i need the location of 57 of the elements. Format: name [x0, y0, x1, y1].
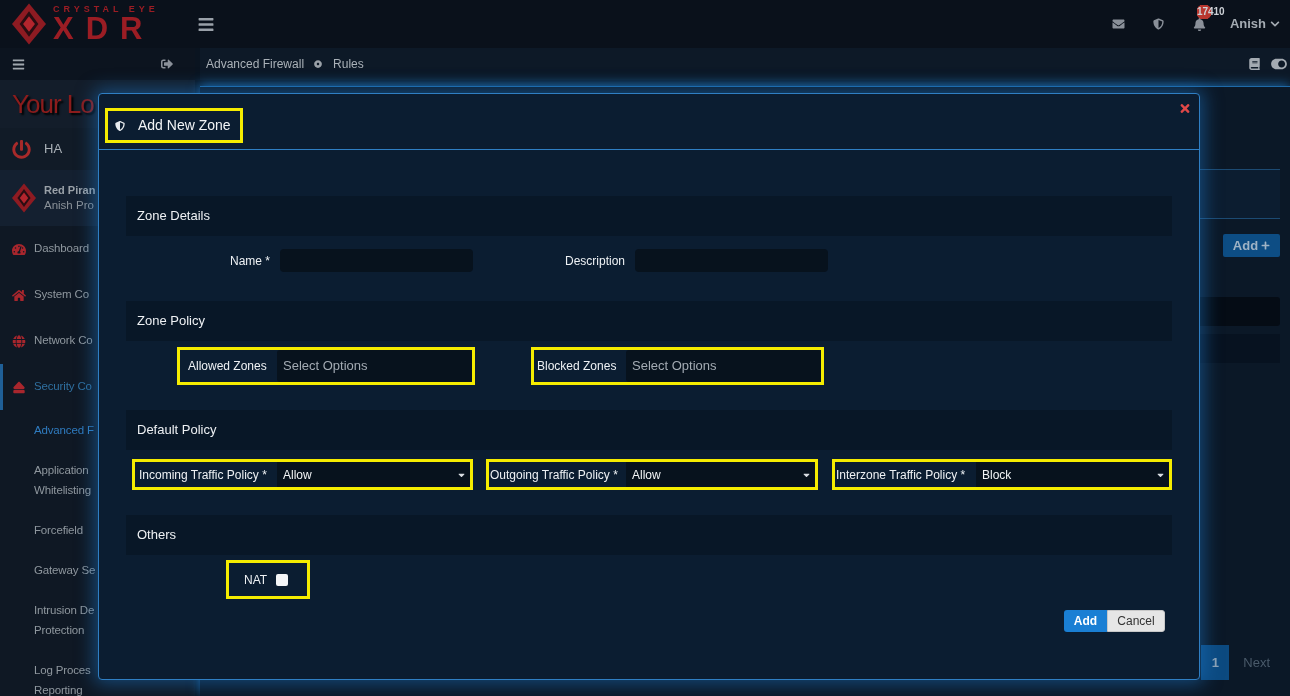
modal-title: Add New Zone [138, 116, 231, 135]
shield-icon [115, 119, 125, 132]
checkbox-label: NAT [244, 571, 268, 589]
user-menu[interactable]: Anish [1229, 14, 1280, 34]
sidebar-subitem[interactable]: Intrusion De Protection [34, 600, 95, 640]
toggle-icon[interactable] [1270, 57, 1288, 71]
chevron-down-icon [1270, 19, 1280, 29]
close-icon[interactable] [1179, 102, 1191, 115]
field-label: Name * [230, 252, 270, 270]
field-label: Incoming Traffic Policy * [139, 466, 267, 484]
section-title: Zone Details [137, 207, 210, 226]
sidebar-subitem[interactable]: Forcefield [34, 520, 83, 540]
add-button[interactable]: Add [1064, 610, 1107, 632]
field-label: Description [564, 252, 625, 270]
sidebar-subitem[interactable]: Application Whitelisting [34, 460, 91, 500]
logo-tagline: CRYSTAL EYE [53, 4, 159, 14]
sidebar-subitem[interactable]: Gateway Se [34, 560, 96, 580]
bell-icon[interactable] [1192, 17, 1206, 31]
multiselect-field[interactable]: Select Options [626, 350, 821, 382]
dropdown-select[interactable]: Allow [277, 462, 470, 487]
profile-name: Red Piran [44, 183, 96, 198]
breadcrumb-current: Rules [333, 56, 364, 73]
field-label: Outgoing Traffic Policy * [490, 466, 618, 484]
eject-icon [12, 380, 26, 394]
book-icon[interactable] [1249, 58, 1260, 70]
plus-icon [1261, 241, 1271, 250]
breadcrumb-link[interactable]: Advanced Firewall [206, 55, 305, 73]
logo-wordmark: XDR [53, 14, 156, 44]
section-title: Others [137, 526, 176, 545]
dropdown-select[interactable]: Allow [626, 462, 815, 487]
logo-text: Your Lo [12, 87, 94, 121]
logo-icon [12, 181, 36, 215]
menu-icon[interactable] [12, 57, 25, 71]
add-button[interactable]: Add [1223, 234, 1280, 257]
sidebar-item[interactable]: Dashboard [0, 226, 195, 272]
globe-icon [12, 334, 26, 348]
profile-subtitle: Anish Pro [44, 198, 95, 213]
sidebar-subitem[interactable]: Advanced F [34, 420, 94, 440]
logo-icon [12, 3, 46, 45]
dropdown-select[interactable]: Block [976, 462, 1169, 487]
power-icon[interactable] [12, 139, 31, 159]
shield-icon[interactable] [1152, 18, 1164, 30]
home-icon [12, 288, 26, 302]
field-label: Interzone Traffic Policy * [836, 466, 966, 484]
field-label: Blocked Zones [537, 358, 617, 375]
section-title: Zone Policy [137, 312, 205, 331]
sidebar-subitem[interactable]: Log Proces Reporting [34, 660, 91, 696]
menu-icon[interactable] [197, 15, 215, 33]
checkbox[interactable] [276, 573, 289, 586]
multiselect-field[interactable]: Select Options [277, 350, 472, 382]
mail-icon[interactable] [1111, 18, 1125, 30]
page-button[interactable]: 1 [1201, 645, 1230, 680]
section-title: Default Policy [137, 421, 217, 440]
gauge-icon [12, 242, 26, 256]
status-label: HA [44, 140, 63, 159]
sign-out-icon[interactable] [161, 58, 173, 70]
cancel-button[interactable]: Cancel [1107, 610, 1165, 632]
